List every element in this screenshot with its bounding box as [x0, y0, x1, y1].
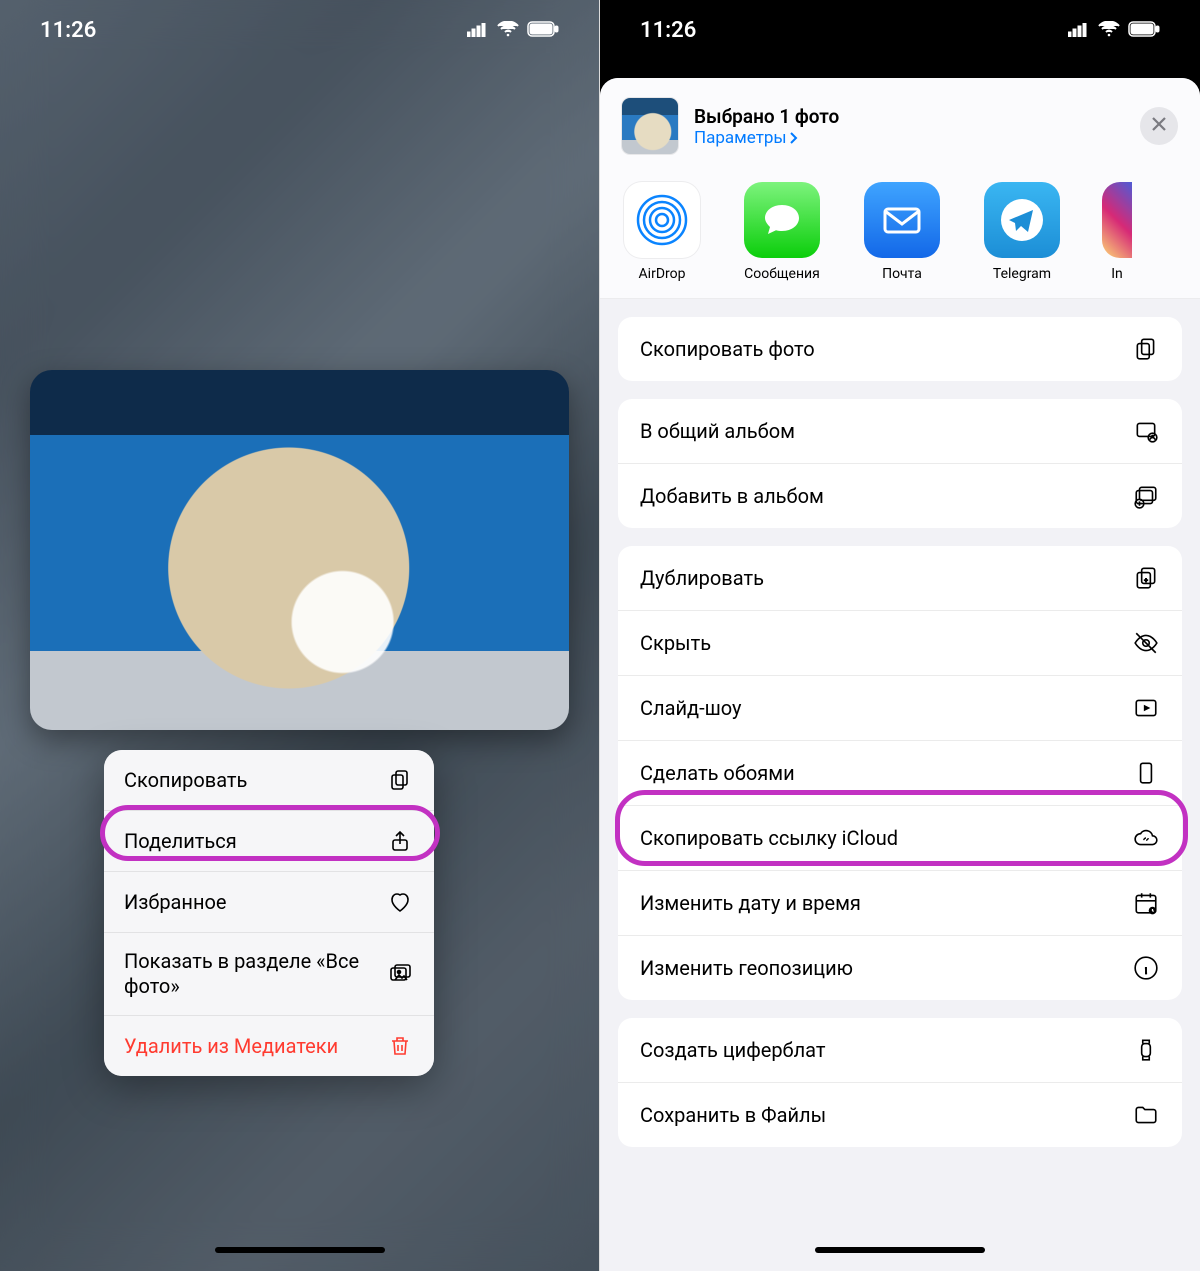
- action-shared-album-label: В общий альбом: [640, 419, 795, 443]
- gallery-icon: [386, 960, 414, 988]
- action-duplicate[interactable]: Дублировать: [618, 546, 1182, 611]
- context-show-all[interactable]: Показать в разделе «Все фото»: [104, 933, 434, 1016]
- action-shared-album[interactable]: В общий альбом: [618, 399, 1182, 464]
- action-add-album[interactable]: Добавить в альбом: [618, 464, 1182, 528]
- mail-icon: [864, 182, 940, 258]
- heart-icon: [386, 888, 414, 916]
- status-time: 11:26: [40, 18, 96, 43]
- app-messages-label: Сообщения: [744, 266, 820, 282]
- trash-icon: [386, 1032, 414, 1060]
- hide-icon: [1132, 629, 1160, 657]
- calendar-icon: [1132, 889, 1160, 917]
- action-icloud-link-label: Скопировать ссылку iCloud: [640, 826, 898, 850]
- action-icloud-link[interactable]: Скопировать ссылку iCloud: [618, 806, 1182, 871]
- action-copy-photo[interactable]: Скопировать фото: [618, 317, 1182, 381]
- sheet-title-block: Выбрано 1 фото Параметры: [694, 105, 839, 148]
- action-copy-photo-label: Скопировать фото: [640, 337, 815, 361]
- action-add-album-label: Добавить в альбом: [640, 484, 824, 508]
- share-icon: [386, 827, 414, 855]
- group-copy: Скопировать фото: [618, 317, 1182, 381]
- sheet-options-label: Параметры: [694, 128, 787, 148]
- share-app-row[interactable]: AirDrop Сообщения Почта Telegram: [600, 172, 1200, 299]
- action-hide[interactable]: Скрыть: [618, 611, 1182, 676]
- action-wallpaper[interactable]: Сделать обоями: [618, 741, 1182, 806]
- share-sheet: Выбрано 1 фото Параметры AirDrop: [600, 78, 1200, 1271]
- app-instagram[interactable]: In: [1102, 182, 1132, 282]
- action-watch-face-label: Создать циферблат: [640, 1038, 826, 1062]
- wallpaper-icon: [1132, 759, 1160, 787]
- app-mail-label: Почта: [882, 266, 922, 282]
- cellular-icon: [467, 18, 489, 43]
- slideshow-icon: [1132, 694, 1160, 722]
- wifi-icon: [497, 18, 519, 43]
- photo-preview[interactable]: [30, 370, 569, 730]
- cellular-icon: [1068, 18, 1090, 43]
- app-telegram[interactable]: Telegram: [982, 182, 1062, 282]
- shared-album-icon: [1132, 417, 1160, 445]
- action-hide-label: Скрыть: [640, 631, 711, 655]
- folder-icon: [1132, 1101, 1160, 1129]
- airdrop-icon: [624, 182, 700, 258]
- close-icon: [1151, 116, 1167, 136]
- watch-icon: [1132, 1036, 1160, 1064]
- status-time: 11:26: [640, 18, 696, 43]
- copy-icon: [386, 766, 414, 794]
- cloud-link-icon: [1132, 824, 1160, 852]
- action-edit-location-label: Изменить геопозицию: [640, 956, 853, 980]
- action-slideshow-label: Слайд-шоу: [640, 696, 742, 720]
- photo-thumbnail[interactable]: [622, 98, 678, 154]
- home-indicator[interactable]: [215, 1247, 385, 1253]
- status-bar: 11:26: [0, 0, 599, 60]
- action-save-files-label: Сохранить в Файлы: [640, 1103, 826, 1127]
- status-bar: 11:26: [600, 0, 1200, 60]
- context-show-all-label: Показать в разделе «Все фото»: [124, 949, 364, 999]
- sheet-header: Выбрано 1 фото Параметры: [600, 78, 1200, 172]
- action-duplicate-label: Дублировать: [640, 566, 764, 590]
- context-favorite-label: Избранное: [124, 890, 227, 914]
- group-misc: Создать циферблат Сохранить в Файлы: [618, 1018, 1182, 1147]
- messages-icon: [744, 182, 820, 258]
- action-edit-location[interactable]: Изменить геопозицию: [618, 936, 1182, 1000]
- action-save-files[interactable]: Сохранить в Файлы: [618, 1083, 1182, 1147]
- home-indicator[interactable]: [815, 1247, 985, 1253]
- app-instagram-label: In: [1111, 266, 1123, 282]
- context-share[interactable]: Поделиться: [104, 811, 434, 872]
- duplicate-icon: [1132, 564, 1160, 592]
- copy-icon: [1132, 335, 1160, 363]
- battery-icon: [527, 18, 559, 43]
- status-icons: [1068, 18, 1160, 43]
- action-watch-face[interactable]: Создать циферблат: [618, 1018, 1182, 1083]
- app-airdrop-label: AirDrop: [639, 266, 686, 282]
- sheet-options-link[interactable]: Параметры: [694, 128, 839, 148]
- close-button[interactable]: [1140, 107, 1178, 145]
- context-favorite[interactable]: Избранное: [104, 872, 434, 933]
- telegram-icon: [984, 182, 1060, 258]
- action-edit-date-label: Изменить дату и время: [640, 891, 861, 915]
- status-icons: [467, 18, 559, 43]
- action-wallpaper-label: Сделать обоями: [640, 761, 795, 785]
- wifi-icon: [1098, 18, 1120, 43]
- action-edit-date[interactable]: Изменить дату и время: [618, 871, 1182, 936]
- app-telegram-label: Telegram: [993, 266, 1051, 282]
- group-edit: Дублировать Скрыть Слайд-шоу Сделать обо…: [618, 546, 1182, 1000]
- app-mail[interactable]: Почта: [862, 182, 942, 282]
- context-menu: Скопировать Поделиться Избранное Показат…: [104, 750, 434, 1076]
- context-share-label: Поделиться: [124, 829, 237, 853]
- app-messages[interactable]: Сообщения: [742, 182, 822, 282]
- right-screenshot: 11:26 Выбрано 1 фото Параметры: [600, 0, 1200, 1271]
- context-delete[interactable]: Удалить из Медиатеки: [104, 1016, 434, 1076]
- add-album-icon: [1132, 482, 1160, 510]
- info-icon: [1132, 954, 1160, 982]
- context-copy-label: Скопировать: [124, 768, 247, 792]
- context-copy[interactable]: Скопировать: [104, 750, 434, 811]
- instagram-icon: [1102, 182, 1132, 258]
- action-slideshow[interactable]: Слайд-шоу: [618, 676, 1182, 741]
- sheet-title: Выбрано 1 фото: [694, 105, 839, 128]
- action-groups: Скопировать фото В общий альбом Добавить…: [600, 299, 1200, 1165]
- app-airdrop[interactable]: AirDrop: [622, 182, 702, 282]
- group-albums: В общий альбом Добавить в альбом: [618, 399, 1182, 528]
- left-screenshot: 11:26 Скопировать Поделиться: [0, 0, 600, 1271]
- context-delete-label: Удалить из Медиатеки: [124, 1034, 338, 1058]
- battery-icon: [1128, 18, 1160, 43]
